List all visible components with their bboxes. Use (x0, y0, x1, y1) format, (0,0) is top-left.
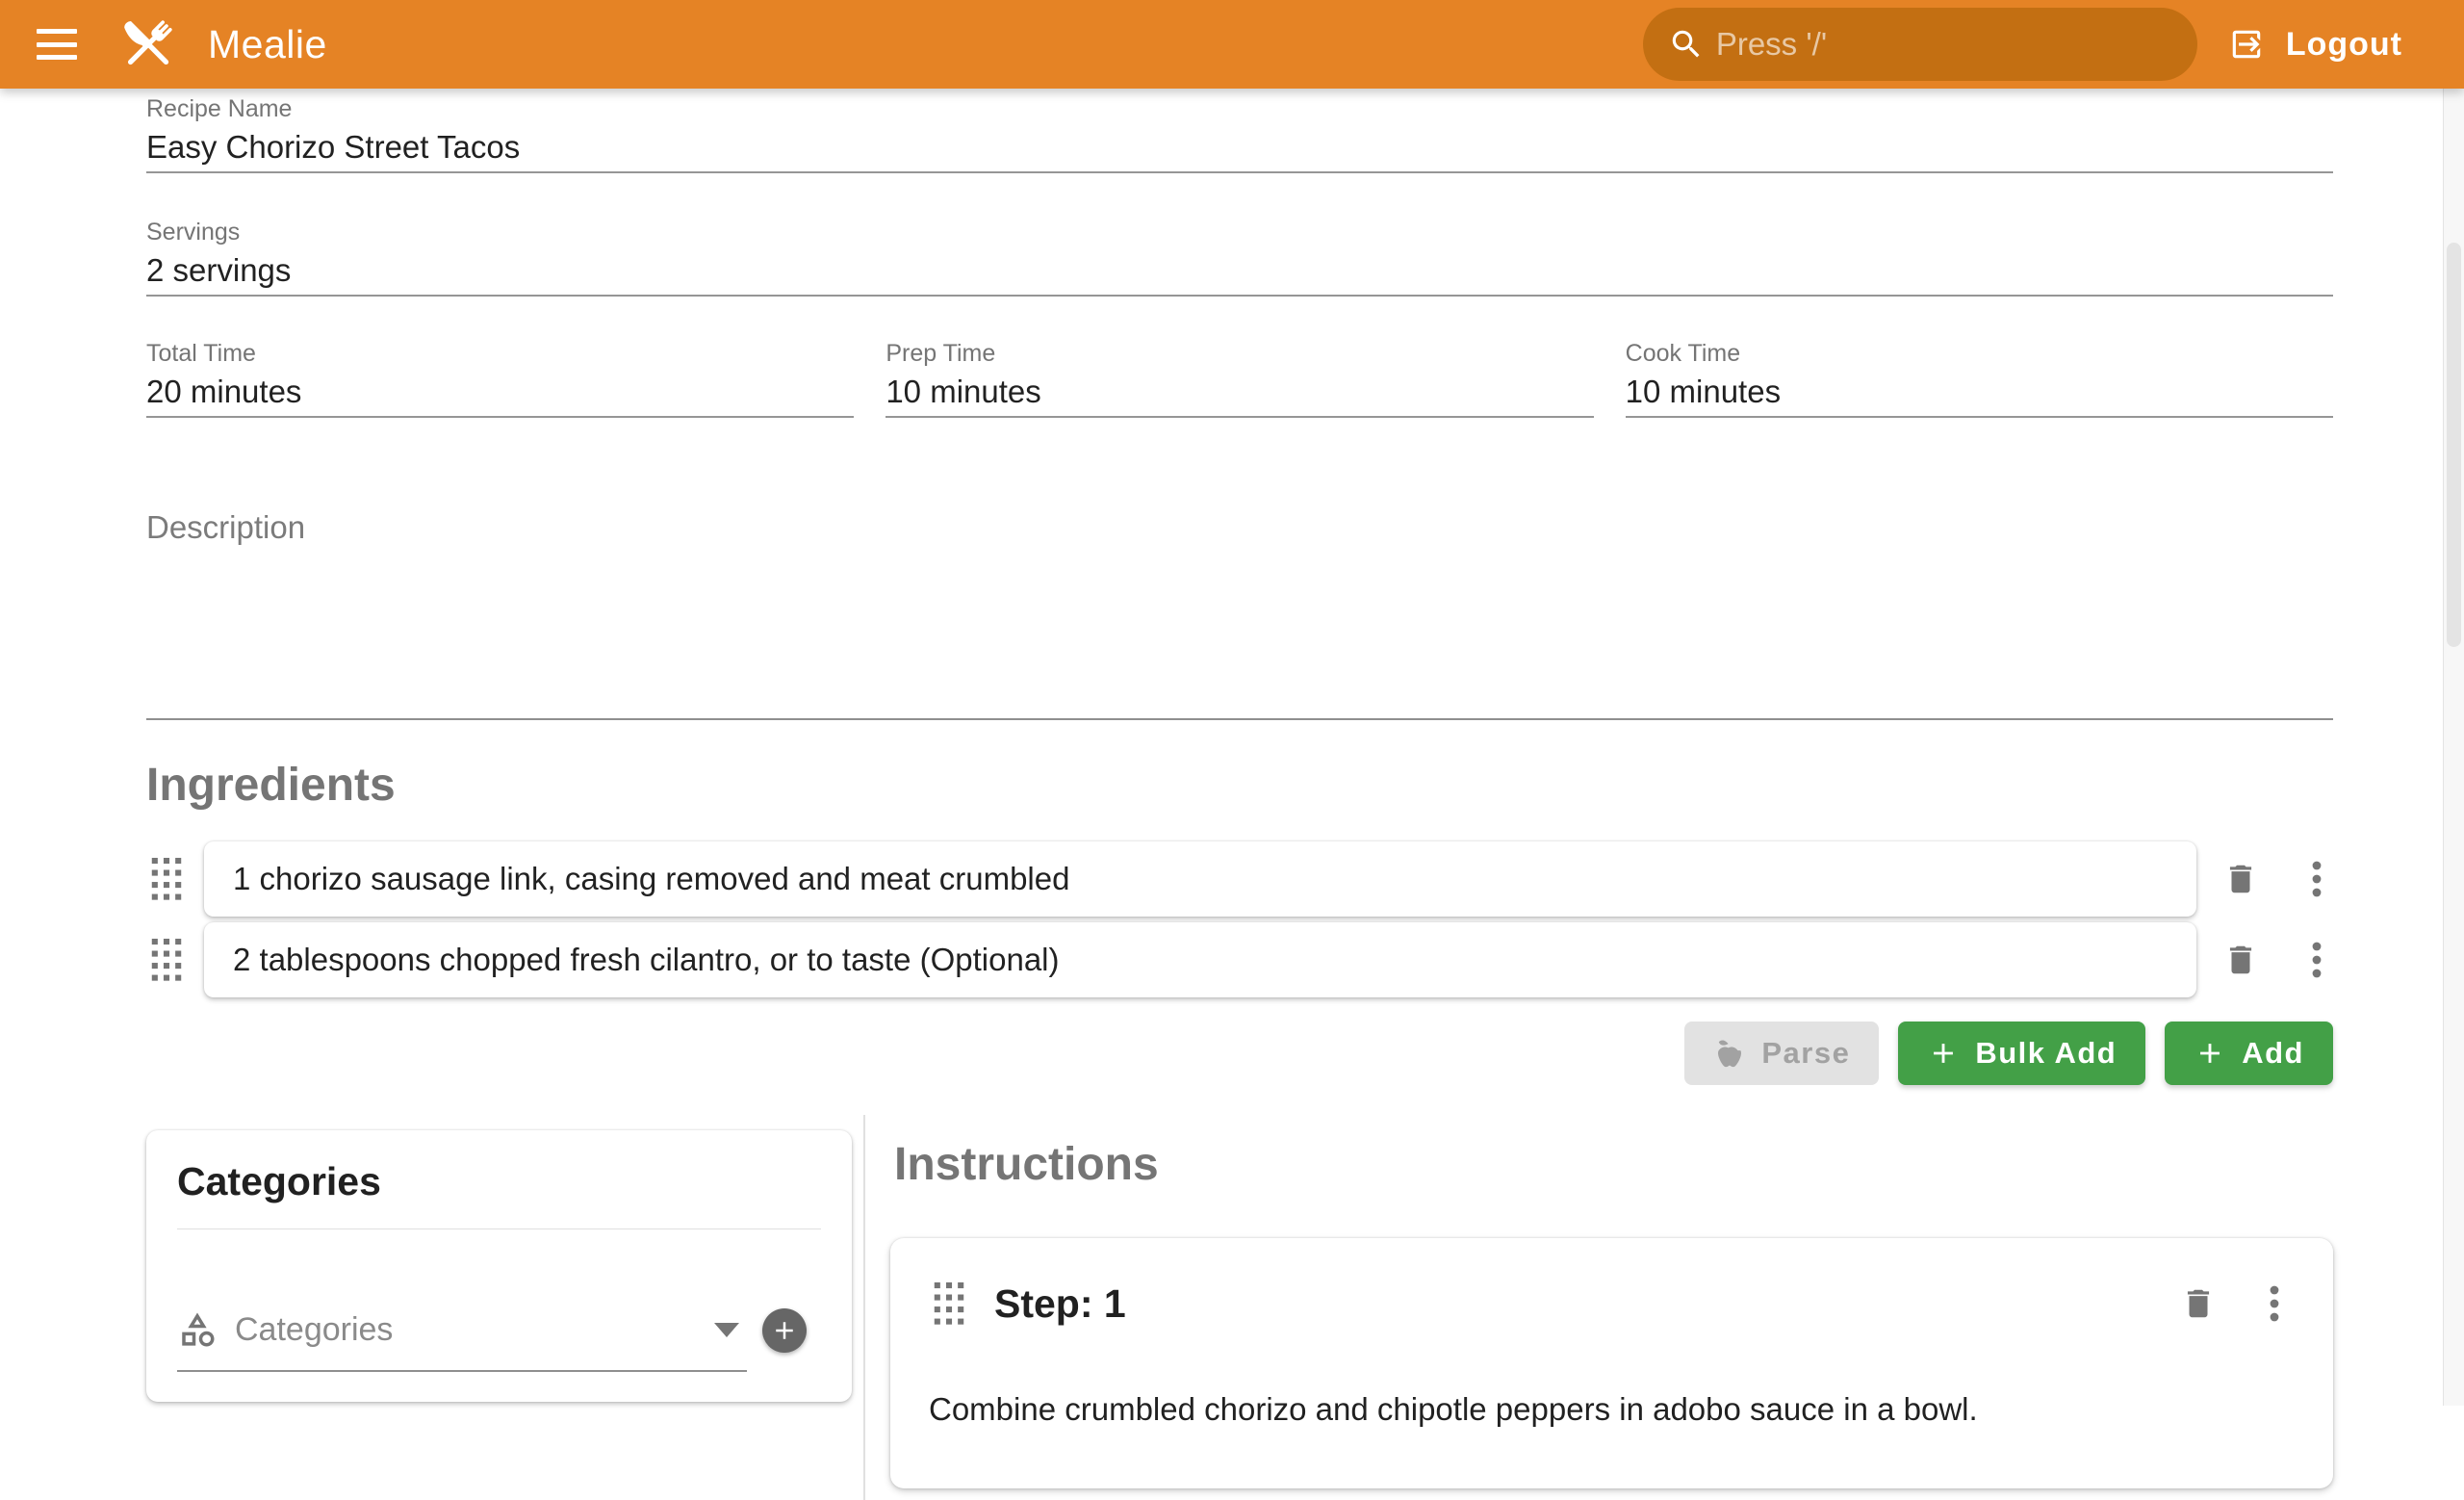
divider (177, 1228, 821, 1229)
trash-icon (2222, 942, 2259, 978)
categories-card: Categories Categories (146, 1130, 852, 1402)
times-row: Total Time 20 minutes Prep Time 10 minut… (146, 339, 2333, 418)
servings-field[interactable]: Servings 2 servings (146, 218, 2333, 297)
delete-step-button[interactable] (2179, 1284, 2218, 1323)
plus-icon (770, 1316, 799, 1345)
ingredient-input[interactable]: 1 chorizo sausage link, casing removed a… (204, 841, 2196, 917)
cook-time-value[interactable]: 10 minutes (1626, 372, 2333, 412)
bottom-section: Categories Categories Instructions (146, 1115, 2333, 1500)
trash-icon (2222, 861, 2259, 897)
recipe-name-label: Recipe Name (146, 94, 2333, 123)
plus-icon (2194, 1037, 2226, 1070)
search-bar[interactable] (1643, 8, 2197, 81)
cook-time-field[interactable]: Cook Time 10 minutes (1626, 339, 2333, 418)
servings-value[interactable]: 2 servings (146, 250, 2333, 291)
description-field[interactable]: Description (146, 508, 2333, 720)
kebab-menu-icon (2269, 1284, 2280, 1323)
ingredient-row: 1 chorizo sausage link, casing removed a… (146, 841, 2333, 917)
ingredient-actions: Parse Bulk Add Add (146, 1022, 2333, 1085)
categories-select[interactable]: Categories (177, 1289, 747, 1372)
ingredient-menu-button[interactable] (2300, 941, 2333, 979)
bulk-add-button[interactable]: Bulk Add (1898, 1022, 2145, 1085)
instruction-step-card: Step: 1 Combine crumbled chorizo and chi… (890, 1238, 2333, 1488)
step-header: Step: 1 (929, 1280, 2291, 1327)
recipe-editor: Recipe Name Easy Chorizo Street Tacos Se… (0, 89, 2464, 1500)
kebab-menu-icon (2311, 941, 2323, 979)
step-text-input[interactable]: Combine crumbled chorizo and chipotle pe… (929, 1388, 2291, 1431)
drag-handle-icon[interactable] (150, 857, 185, 901)
categories-select-row: Categories (177, 1289, 821, 1372)
apple-icon (1713, 1037, 1746, 1070)
plus-icon (1927, 1037, 1960, 1070)
search-input[interactable] (1716, 26, 2172, 63)
ingredient-input[interactable]: 2 tablespoons chopped fresh cilantro, or… (204, 922, 2196, 997)
ingredient-row: 2 tablespoons chopped fresh cilantro, or… (146, 922, 2333, 997)
bulk-add-label: Bulk Add (1975, 1036, 2117, 1071)
recipe-name-field[interactable]: Recipe Name Easy Chorizo Street Tacos (146, 94, 2333, 173)
scrollbar[interactable] (2443, 89, 2464, 1406)
categories-select-label: Categories (235, 1311, 714, 1349)
description-label: Description (146, 508, 2333, 547)
step-title: Step: 1 (994, 1281, 2154, 1327)
total-time-value[interactable]: 20 minutes (146, 372, 854, 412)
drag-handle-icon[interactable] (150, 938, 185, 982)
logout-icon (2228, 26, 2265, 63)
total-time-field[interactable]: Total Time 20 minutes (146, 339, 854, 418)
search-icon (1668, 26, 1705, 63)
delete-ingredient-button[interactable] (2221, 941, 2260, 979)
add-ingredient-button[interactable]: Add (2165, 1022, 2333, 1085)
scrollbar-thumb[interactable] (2447, 243, 2461, 647)
ingredient-list: 1 chorizo sausage link, casing removed a… (146, 841, 2333, 997)
add-category-button[interactable] (762, 1308, 807, 1353)
prep-time-label: Prep Time (886, 339, 1593, 368)
trash-icon (2180, 1285, 2217, 1322)
parse-label: Parse (1761, 1036, 1850, 1071)
add-label: Add (2242, 1036, 2304, 1071)
chevron-down-icon (714, 1323, 739, 1337)
mealie-logo-icon (116, 10, 181, 79)
app-header: Mealie Logout (0, 0, 2464, 89)
total-time-label: Total Time (146, 339, 854, 368)
prep-time-field[interactable]: Prep Time 10 minutes (886, 339, 1593, 418)
cook-time-label: Cook Time (1626, 339, 2333, 368)
description-value[interactable] (146, 547, 2333, 718)
instructions-section-title: Instructions (894, 1141, 2333, 1189)
kebab-menu-icon (2311, 860, 2323, 898)
drag-handle-icon[interactable] (933, 1281, 967, 1326)
instructions-column: Instructions Step: 1 Combine crumbled ch… (865, 1115, 2333, 1500)
step-menu-button[interactable] (2258, 1284, 2291, 1323)
delete-ingredient-button[interactable] (2221, 860, 2260, 898)
ingredient-menu-button[interactable] (2300, 860, 2333, 898)
shapes-icon (177, 1309, 218, 1350)
prep-time-value[interactable]: 10 minutes (886, 372, 1593, 412)
servings-label: Servings (146, 218, 2333, 246)
logout-button[interactable]: Logout (2228, 26, 2402, 64)
parse-button[interactable]: Parse (1684, 1022, 1879, 1085)
menu-icon[interactable] (37, 29, 77, 60)
categories-card-title: Categories (177, 1159, 821, 1203)
recipe-name-value[interactable]: Easy Chorizo Street Tacos (146, 127, 2333, 168)
categories-column: Categories Categories (146, 1115, 863, 1500)
ingredients-section-title: Ingredients (146, 763, 2333, 809)
app-title: Mealie (208, 22, 327, 67)
logout-label: Logout (2286, 26, 2402, 64)
